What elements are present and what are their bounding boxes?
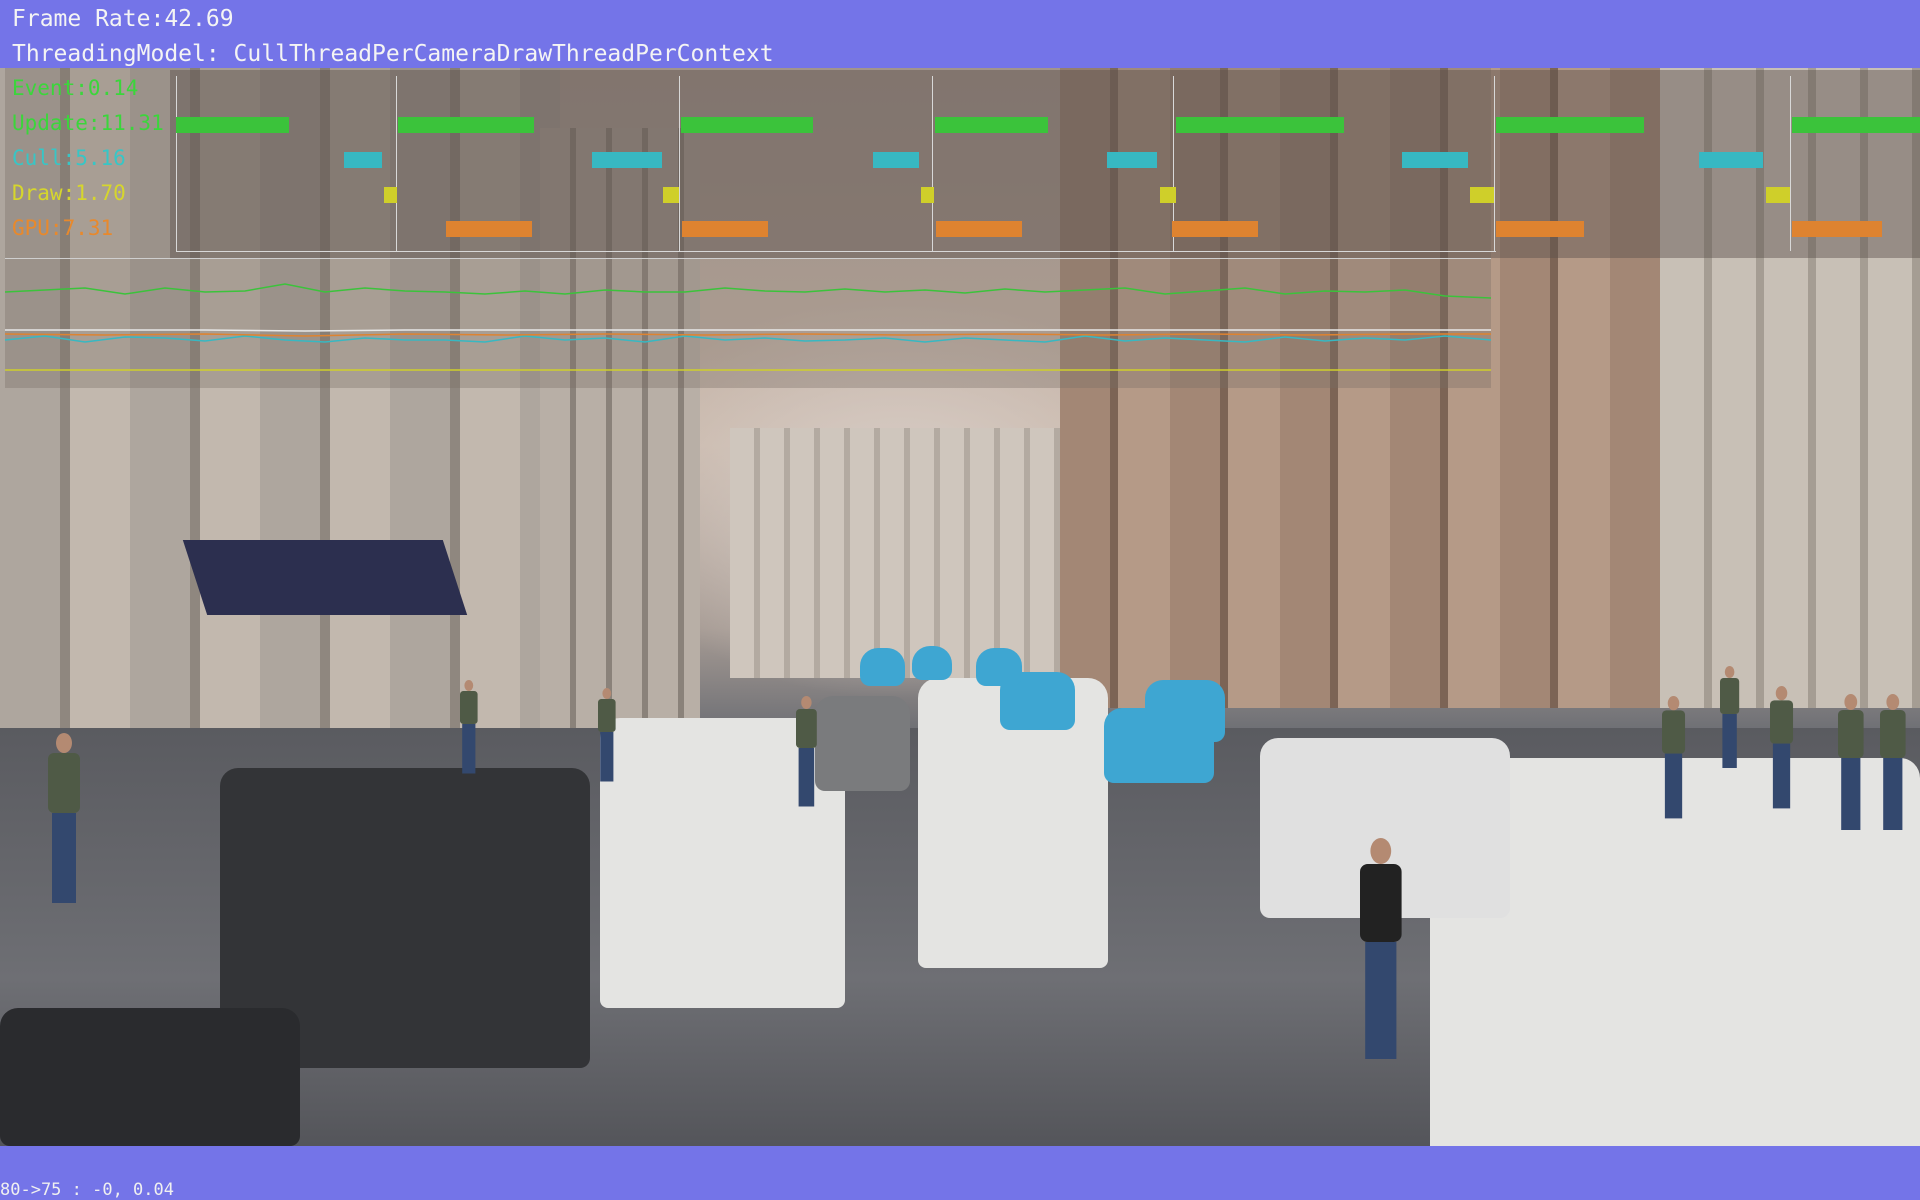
draw-bar xyxy=(1160,187,1176,203)
stats-history-graph xyxy=(5,283,1491,371)
stat-update-label: Update:11.31 xyxy=(12,111,164,135)
person-figure xyxy=(1720,666,1740,768)
cull-bar xyxy=(592,152,662,168)
update-bar xyxy=(1496,117,1644,133)
update-bar xyxy=(1792,117,1920,133)
update-bar xyxy=(398,117,534,133)
stats-timeline-background xyxy=(170,70,1920,258)
status-bar xyxy=(0,1146,1920,1200)
person-figure xyxy=(460,680,478,774)
stat-gpu-label: GPU:7.31 xyxy=(12,216,114,240)
person-figure xyxy=(1838,694,1864,830)
cull-bar xyxy=(1402,152,1468,168)
draw-total-history-line xyxy=(5,329,1491,332)
person-figure-foreground xyxy=(1360,838,1402,1059)
person-figure xyxy=(1662,696,1686,819)
frame-tick xyxy=(1494,76,1495,251)
gpu-bar xyxy=(446,221,532,237)
person-figure xyxy=(48,733,80,903)
stat-draw-label: Draw:1.70 xyxy=(12,181,126,205)
person-figure xyxy=(598,688,616,782)
threading-model-text: ThreadingModel: CullThreadPerCameraDrawT… xyxy=(12,41,774,67)
draw-bar xyxy=(921,187,934,203)
update-bar xyxy=(681,117,813,133)
stat-event-label: Event:0.14 xyxy=(12,76,139,100)
dark-car-foreground xyxy=(0,1008,300,1146)
frame-tick xyxy=(176,76,177,251)
frame-tick xyxy=(932,76,933,251)
stats-header: Frame Rate:42.69 ThreadingModel: CullThr… xyxy=(0,0,1920,68)
gpu-bar xyxy=(1496,221,1584,237)
blue-car-4 xyxy=(860,648,905,686)
stat-cull-label: Cull:5.16 xyxy=(12,146,126,170)
person-figure xyxy=(796,696,817,807)
draw-bar xyxy=(1470,187,1494,203)
frame-rate-text: Frame Rate:42.69 xyxy=(12,6,234,32)
gray-car-midground xyxy=(815,696,910,791)
timeline-baseline xyxy=(176,251,1496,252)
person-figure xyxy=(1770,686,1794,809)
update-bar xyxy=(1176,117,1344,133)
frame-tick xyxy=(396,76,397,251)
shop-awning xyxy=(182,540,468,615)
update-bar xyxy=(176,117,289,133)
bottom-readout-text: 80->75 : -0, 0.04 xyxy=(0,1180,174,1200)
draw-bar xyxy=(384,187,397,203)
gpu-bar xyxy=(936,221,1022,237)
gpu-bar xyxy=(1792,221,1882,237)
cull-bar xyxy=(873,152,919,168)
person-figure xyxy=(1880,694,1906,830)
blue-car-5 xyxy=(912,646,952,680)
building-center xyxy=(730,428,1070,678)
gpu-history-line xyxy=(5,333,1491,337)
blue-car-3 xyxy=(1145,680,1225,742)
cull-bar xyxy=(344,152,382,168)
update-bar xyxy=(935,117,1048,133)
cull-bar xyxy=(1107,152,1157,168)
gpu-bar xyxy=(1172,221,1258,237)
cull-history-line xyxy=(5,335,1491,343)
frame-tick xyxy=(679,76,680,251)
frame-tick xyxy=(1790,76,1791,251)
draw-bar xyxy=(1766,187,1790,203)
gpu-bar xyxy=(682,221,768,237)
update-history-line xyxy=(5,283,1491,299)
blue-car-6 xyxy=(976,648,1022,686)
cull-bar xyxy=(1699,152,1763,168)
draw-bar xyxy=(663,187,679,203)
